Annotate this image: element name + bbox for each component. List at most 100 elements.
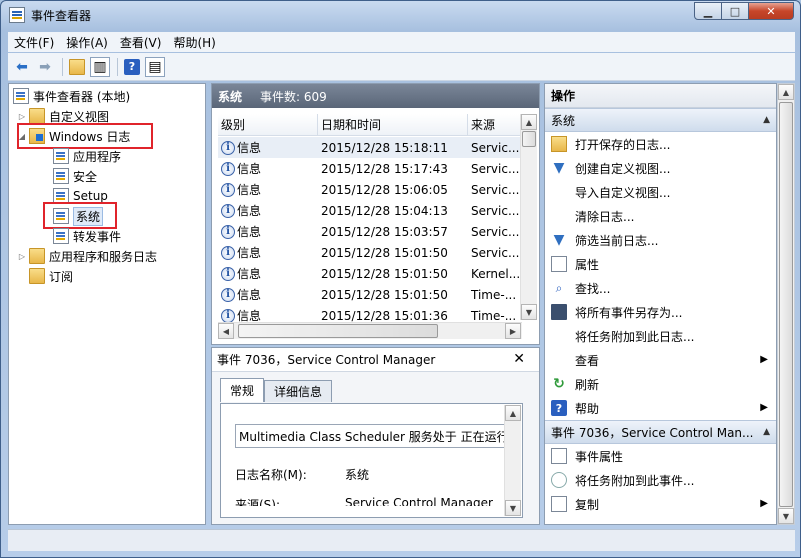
event-detail-header: 事件 7036，Service Control Manager — [212, 348, 539, 372]
tab-general[interactable]: 常规 — [220, 378, 265, 402]
scroll-right-icon[interactable]: ▶ — [505, 323, 521, 339]
status-bar — [8, 529, 795, 551]
level-cell: 信息 — [237, 288, 262, 302]
log-icon — [53, 168, 69, 184]
table-row[interactable]: i 信息 2015/12/28 15:06:05 Servic... — [218, 179, 522, 200]
table-row[interactable]: i 信息 2015/12/28 15:01:50 Time-... — [218, 284, 522, 305]
menu-action[interactable]: 操作(A) — [66, 34, 108, 51]
column-level[interactable]: 级别 — [218, 114, 318, 135]
menu-help[interactable]: 帮助(H) — [173, 34, 215, 51]
tree-security[interactable]: 安全 — [53, 167, 97, 185]
maximize-button[interactable]: □ — [721, 2, 749, 20]
show-hide-tree-icon[interactable]: ▥ — [90, 56, 110, 77]
action-filter-current-log[interactable]: ▼ 筛选当前日志... — [545, 228, 776, 252]
table-row[interactable]: i 信息 2015/12/28 15:17:43 Servic... — [218, 158, 522, 179]
column-datetime[interactable]: 日期和时间 — [318, 114, 468, 135]
event-viewer-icon — [9, 7, 25, 23]
table-row[interactable]: i 信息 2015/12/28 15:18:11 Servic... — [218, 137, 522, 158]
tree-subscriptions[interactable]: 订阅 — [29, 267, 73, 285]
info-icon: i — [221, 245, 235, 260]
source-cell: Servic... — [471, 140, 520, 155]
actions-vscroll[interactable]: ▲ ▼ — [777, 83, 795, 525]
event-grid: 级别 日期和时间 来源 i 信息 2015/12/28 15:18:11 Servic… — [218, 114, 522, 322]
scroll-thumb[interactable] — [779, 102, 793, 507]
collapse-up-icon[interactable]: ▲ — [763, 115, 770, 125]
scroll-down-icon[interactable]: ▼ — [505, 500, 521, 516]
show-hide-action-pane-icon[interactable]: ▤ — [145, 56, 165, 77]
action-properties[interactable]: 属性 — [545, 252, 776, 276]
minimize-button[interactable]: ▁ — [694, 2, 722, 20]
action-clear-log[interactable]: 清除日志... — [545, 204, 776, 228]
action-import-custom-view[interactable]: 导入自定义视图... — [545, 180, 776, 204]
log-icon — [53, 148, 69, 164]
task-icon — [551, 472, 567, 488]
scroll-up-icon[interactable]: ▲ — [521, 114, 537, 130]
highlight-box — [17, 123, 153, 149]
source-cell: Servic... — [471, 224, 520, 239]
submenu-arrow-icon: ▶ — [760, 498, 768, 509]
menu-view[interactable]: 查看(V) — [120, 34, 162, 51]
table-row[interactable]: i 信息 2015/12/28 15:03:57 Servic... — [218, 221, 522, 242]
event-list-hscroll[interactable]: ◀ ▶ — [218, 322, 522, 339]
info-icon: i — [221, 161, 235, 176]
action-open-saved-log[interactable]: 打开保存的日志... — [545, 132, 776, 156]
action-refresh[interactable]: ↻ 刷新 — [545, 372, 776, 396]
table-row[interactable]: i 信息 2015/12/28 15:01:36 Time-... — [218, 305, 522, 322]
level-cell: 信息 — [237, 246, 262, 260]
scroll-up-icon[interactable]: ▲ — [505, 405, 521, 421]
datetime-cell: 2015/12/28 15:17:43 — [321, 161, 448, 176]
source-cell: Kernel... — [471, 266, 521, 281]
table-row[interactable]: i 信息 2015/12/28 15:04:13 Servic... — [218, 200, 522, 221]
level-cell: 信息 — [237, 162, 262, 176]
source-cell: Time-... — [471, 287, 517, 302]
action-attach-task-log[interactable]: 将任务附加到此日志... — [545, 324, 776, 348]
back-arrow-icon[interactable]: ⬅ — [12, 57, 32, 77]
menu-file[interactable]: 文件(F) — [14, 34, 54, 51]
scroll-down-icon[interactable]: ▼ — [778, 508, 794, 524]
event-description[interactable]: Multimedia Class Scheduler 服务处于 正在运行 — [235, 424, 507, 448]
tree-forwarded[interactable]: 转发事件 — [53, 227, 121, 245]
action-attach-task-event[interactable]: 将任务附加到此事件... — [545, 468, 776, 492]
tree-app-service-logs[interactable]: ▷ 应用程序和服务日志 — [17, 247, 157, 265]
scroll-down-icon[interactable]: ▼ — [521, 304, 537, 320]
tree-application[interactable]: 应用程序 — [53, 147, 121, 165]
collapse-up-icon[interactable]: ▲ — [763, 427, 770, 437]
event-list-vscroll[interactable]: ▲ ▼ — [520, 114, 537, 320]
datetime-cell: 2015/12/28 15:01:36 — [321, 308, 448, 323]
close-button[interactable]: ✕ — [748, 2, 794, 20]
datetime-cell: 2015/12/28 15:03:57 — [321, 224, 448, 239]
action-help[interactable]: ? 帮助 ▶ — [545, 396, 776, 420]
source-cell: Servic... — [471, 161, 520, 176]
action-create-custom-view[interactable]: ▼ 创建自定义视图... — [545, 156, 776, 180]
expand-icon[interactable]: ▷ — [17, 112, 27, 121]
table-row[interactable]: i 信息 2015/12/28 15:01:50 Servic... — [218, 242, 522, 263]
close-detail-icon[interactable]: ✕ — [513, 351, 525, 367]
action-copy[interactable]: 复制 ▶ — [545, 492, 776, 516]
scroll-thumb[interactable] — [522, 131, 536, 147]
title-bar: 事件查看器 ▁ □ ✕ — [1, 1, 800, 29]
action-save-all-events[interactable]: 将所有事件另存为... — [545, 300, 776, 324]
column-source[interactable]: 来源 — [468, 114, 522, 135]
detail-vscroll[interactable]: ▲ ▼ — [504, 405, 521, 516]
table-row[interactable]: i 信息 2015/12/28 15:01:50 Kernel... — [218, 263, 522, 284]
action-view[interactable]: 查看 ▶ — [545, 348, 776, 372]
actions-pane: 操作 系统 ▲ 打开保存的日志... ▼ 创建自定义视图... 导入自定义视图..… — [544, 83, 777, 525]
actions-section-event[interactable]: 事件 7036，Service Control Man... ▲ — [545, 420, 776, 444]
level-cell: 信息 — [237, 225, 262, 239]
expand-icon[interactable]: ▷ — [17, 252, 27, 261]
tab-details[interactable]: 详细信息 — [264, 380, 333, 402]
forward-arrow-icon[interactable]: ➡ — [35, 57, 55, 77]
actions-section-system[interactable]: 系统 ▲ — [545, 108, 776, 132]
scroll-left-icon[interactable]: ◀ — [218, 323, 234, 339]
grid-header: 级别 日期和时间 来源 — [218, 114, 522, 136]
tree-root[interactable]: 事件查看器 (本地) — [13, 87, 130, 105]
copy-icon — [551, 496, 567, 512]
hscroll-thumb[interactable] — [238, 324, 438, 338]
scroll-up-icon[interactable]: ▲ — [778, 84, 794, 100]
help-icon[interactable]: ? — [122, 57, 142, 77]
up-folder-icon[interactable] — [67, 57, 87, 77]
action-event-properties[interactable]: 事件属性 — [545, 444, 776, 468]
action-find[interactable]: ⌕ 查找... — [545, 276, 776, 300]
filter-icon: ▼ — [553, 160, 565, 176]
source-cell: Servic... — [471, 245, 520, 260]
